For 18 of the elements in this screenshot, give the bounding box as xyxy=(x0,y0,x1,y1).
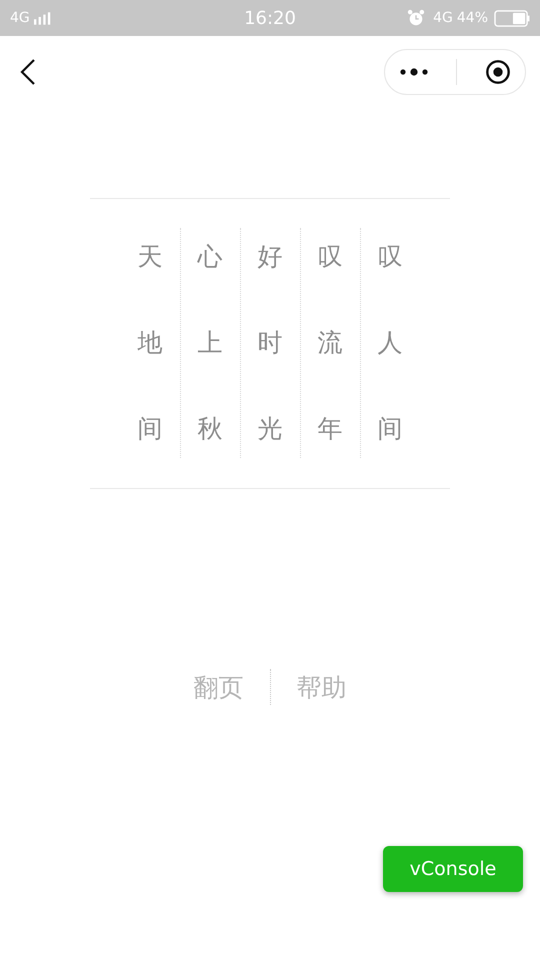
alarm-icon xyxy=(407,9,426,27)
footer-link[interactable]: 帮助 xyxy=(296,670,346,704)
network-label: 4G xyxy=(433,10,453,26)
close-icon[interactable] xyxy=(485,59,512,85)
poem-column: 心上秋 xyxy=(198,214,222,472)
vconsole-button[interactable]: vConsole xyxy=(383,846,523,892)
poem-column: 天地间 xyxy=(138,214,162,472)
network-label: 4G xyxy=(10,10,30,26)
poem-column: 好时光 xyxy=(258,214,282,472)
poem-column: 叹流年 xyxy=(318,214,342,472)
footer-link[interactable]: 翻页 xyxy=(194,670,244,704)
clock-time: 16:20 xyxy=(243,8,297,28)
poem-column: 叹人间 xyxy=(378,214,402,472)
back-icon[interactable] xyxy=(20,58,36,86)
signal-icon xyxy=(34,12,51,24)
more-icon[interactable] xyxy=(398,67,429,77)
battery-percent: 44% xyxy=(456,10,488,26)
battery-icon xyxy=(494,10,530,26)
